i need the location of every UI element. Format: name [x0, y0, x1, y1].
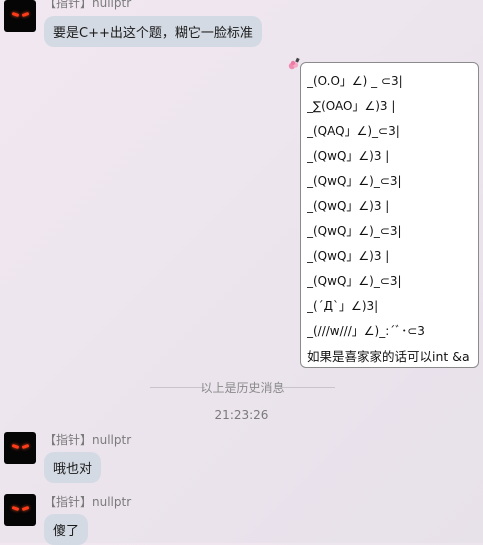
sender-name[interactable]: 【指针】nullptr	[44, 431, 131, 448]
history-divider: 以上是历史消息	[150, 379, 335, 395]
avatar-eye	[21, 505, 30, 512]
avatar-eye	[11, 505, 20, 512]
flower-charm-icon	[288, 57, 300, 70]
card-line: _(QwQ」∠)3 |	[307, 249, 390, 263]
sender-avatar[interactable]	[4, 0, 36, 32]
divider-rule	[280, 387, 335, 388]
card-line: _(QwQ」∠)3 |	[307, 199, 390, 213]
card-line: _(QwQ」∠)_⊂3|	[307, 274, 402, 288]
message-timestamp: 21:23:26	[214, 408, 269, 422]
message-bubble[interactable]: 要是C++出这个题，糊它一脸标准	[44, 16, 262, 47]
sender-avatar[interactable]	[4, 494, 36, 526]
avatar-eye	[21, 443, 30, 450]
card-line: _(QwQ」∠)3 |	[307, 149, 390, 163]
message-bubble[interactable]: 哦也对	[44, 452, 102, 483]
card-line: 如果是喜家家的话可以int &a	[307, 349, 470, 364]
card-line: _(´Д`」∠)3|	[307, 299, 379, 313]
avatar-eye	[11, 443, 20, 450]
card-line: _(QAQ」∠)_⊂3|	[307, 124, 400, 138]
avatar-eye	[21, 11, 30, 18]
avatar-eye	[11, 11, 20, 18]
card-line: _(QwQ」∠)_⊂3|	[307, 224, 402, 238]
sender-avatar[interactable]	[4, 432, 36, 464]
card-line: _(QwQ」∠)_⊂3|	[307, 174, 402, 188]
card-line: _(///w///」∠)_:´ﾞ･⊂3	[307, 324, 425, 338]
sender-name[interactable]: 【指针】nullptr	[44, 0, 131, 11]
reply-message-card[interactable]: _(O.O」∠) _ ⊂3| _∑(OAO」∠)3 | _(QAQ」∠)_⊂3|…	[300, 62, 479, 368]
message-bubble[interactable]: 傻了	[44, 514, 89, 545]
sender-name[interactable]: 【指针】nullptr	[44, 493, 131, 510]
card-line: _∑(OAO」∠)3 |	[307, 99, 396, 113]
card-line: _(O.O」∠) _ ⊂3|	[307, 74, 403, 88]
